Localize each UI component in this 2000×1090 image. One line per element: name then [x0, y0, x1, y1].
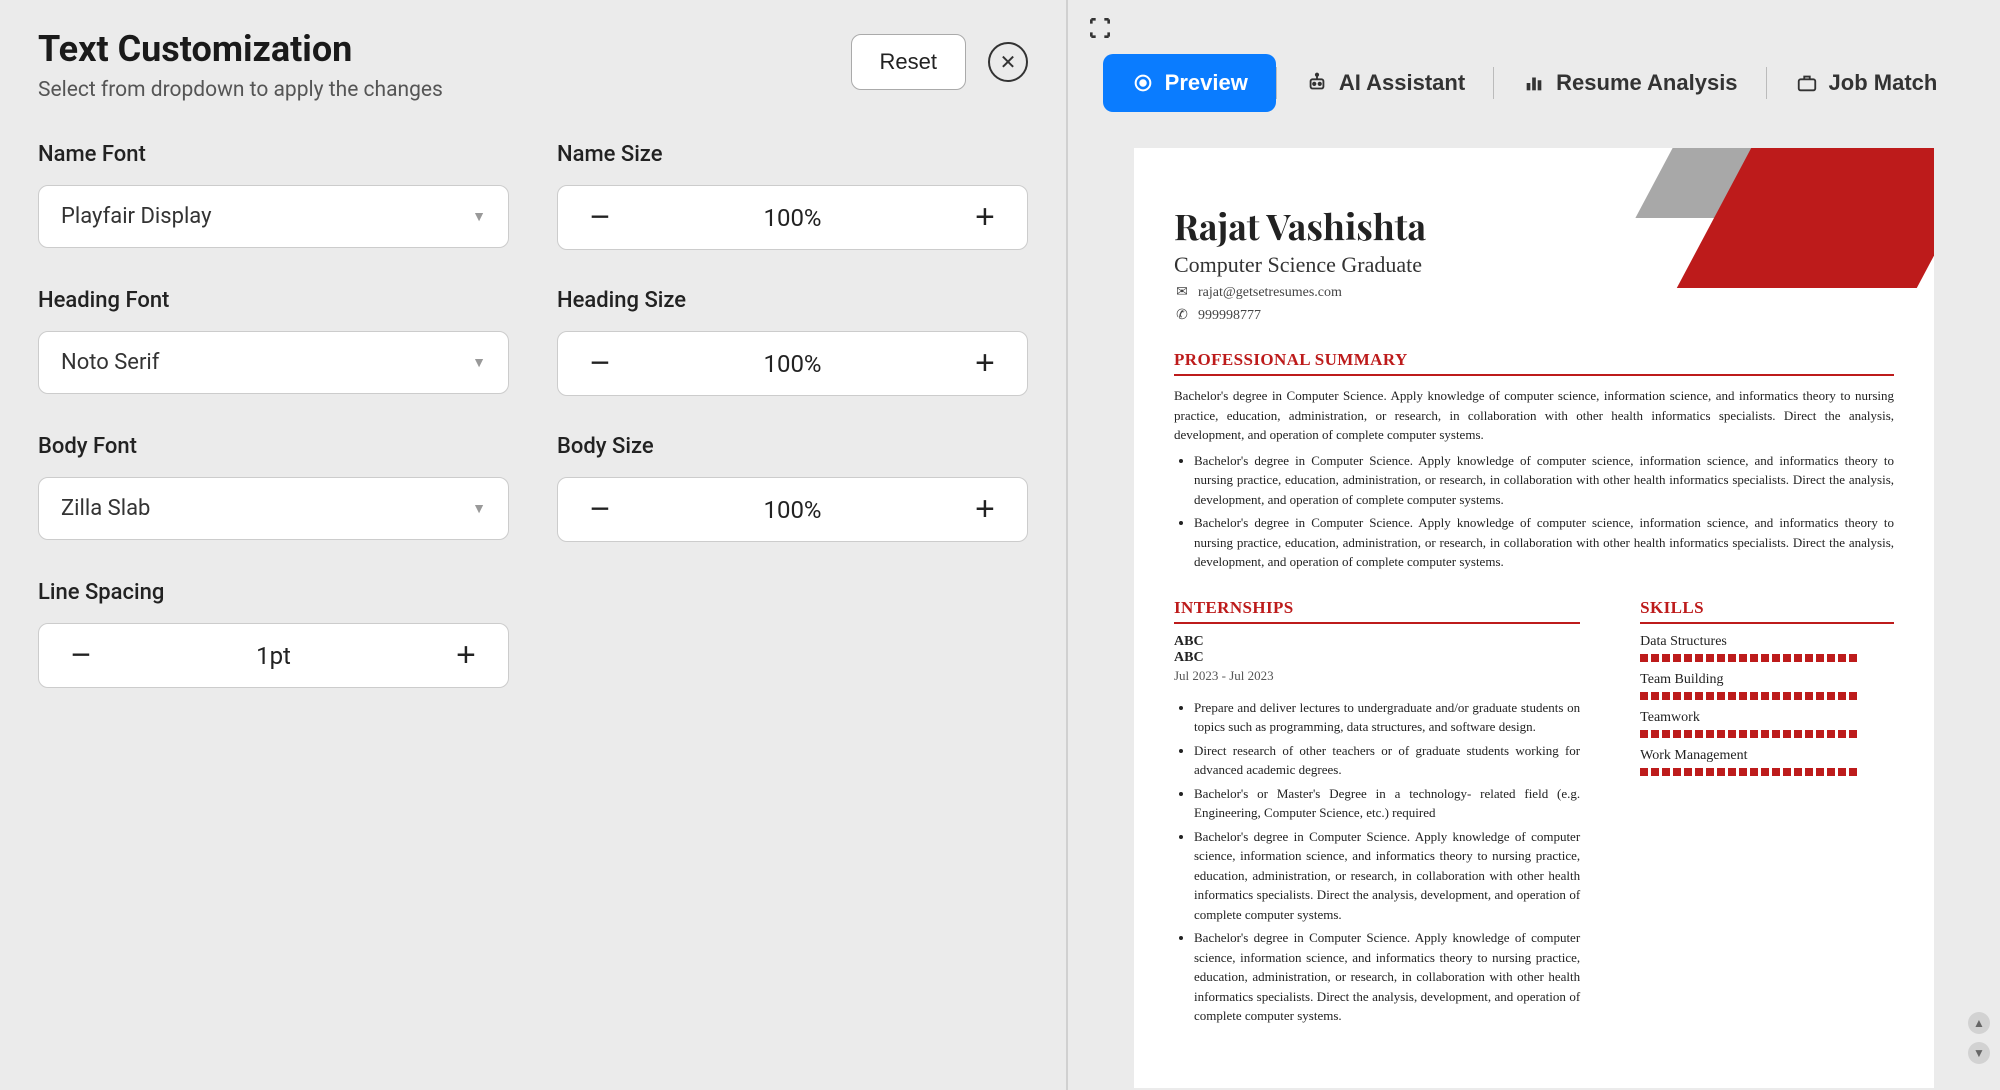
internship-dates: Jul 2023 - Jul 2023 — [1174, 668, 1580, 684]
internship-bullet: Prepare and deliver lectures to undergra… — [1194, 698, 1580, 737]
phone-icon: ✆ — [1174, 307, 1190, 324]
name-font-label: Name Font — [38, 142, 509, 167]
close-icon: ✕ — [1000, 50, 1017, 75]
tab-preview-label: Preview — [1165, 70, 1248, 96]
name-size-decrease[interactable]: − — [580, 198, 620, 237]
section-rule — [1640, 622, 1894, 624]
body-size-increase[interactable]: + — [965, 490, 1005, 529]
summary-text: Bachelor's degree in Computer Science. A… — [1174, 386, 1894, 445]
expand-button[interactable] — [1082, 10, 1118, 46]
panel-title: Text Customization — [38, 28, 443, 70]
tab-preview[interactable]: Preview — [1103, 54, 1276, 112]
internship-company: ABC — [1174, 634, 1580, 650]
reset-button[interactable]: Reset — [851, 34, 966, 90]
heading-font-label: Heading Font — [38, 288, 509, 313]
internship-role: ABC — [1174, 650, 1580, 666]
scroll-down-button[interactable]: ▼ — [1968, 1042, 1990, 1064]
section-internships-title: INTERNSHIPS — [1174, 598, 1580, 618]
resume-email: rajat@getsetresumes.com — [1198, 285, 1342, 301]
panel-subtitle: Select from dropdown to apply the change… — [38, 78, 443, 102]
mail-icon: ✉ — [1174, 284, 1190, 301]
tab-ai-assistant[interactable]: AI Assistant — [1277, 54, 1493, 112]
internship-bullet: Bachelor's degree in Computer Science. A… — [1194, 928, 1580, 1026]
tab-job-match[interactable]: Job Match — [1767, 54, 1966, 112]
skill-level-bar — [1640, 654, 1894, 662]
chevron-down-icon: ▼ — [472, 208, 486, 225]
heading-font-value: Noto Serif — [61, 350, 159, 375]
tab-resume-analysis[interactable]: Resume Analysis — [1494, 54, 1765, 112]
heading-size-stepper: − 100% + — [557, 331, 1028, 396]
skill-name: Data Structures — [1640, 634, 1894, 650]
eye-icon — [1131, 71, 1155, 95]
close-button[interactable]: ✕ — [988, 42, 1028, 82]
tab-ai-label: AI Assistant — [1339, 70, 1465, 96]
resume-phone: 999998777 — [1198, 308, 1261, 324]
chevron-down-icon: ▼ — [472, 354, 486, 371]
section-rule — [1174, 622, 1580, 624]
section-summary-title: PROFESSIONAL SUMMARY — [1174, 350, 1894, 370]
section-skills-title: SKILLS — [1640, 598, 1894, 618]
name-size-label: Name Size — [557, 142, 1028, 167]
line-spacing-increase[interactable]: + — [446, 636, 486, 675]
resume-preview: Rajat Vashishta Computer Science Graduat… — [1134, 148, 1934, 1088]
tab-jobmatch-label: Job Match — [1829, 70, 1938, 96]
name-size-value: 100% — [763, 204, 821, 232]
chevron-down-icon: ▼ — [472, 500, 486, 517]
heading-size-decrease[interactable]: − — [580, 344, 620, 383]
heading-size-increase[interactable]: + — [965, 344, 1005, 383]
line-spacing-label: Line Spacing — [38, 580, 509, 605]
line-spacing-stepper: − 1pt + — [38, 623, 509, 688]
tab-analysis-label: Resume Analysis — [1556, 70, 1737, 96]
preview-panel: Preview AI Assistant Resume Analysis — [1068, 0, 2000, 1090]
chevron-up-icon: ▲ — [1973, 1016, 1985, 1030]
text-customization-panel: Text Customization Select from dropdown … — [0, 0, 1066, 1090]
summary-bullet: Bachelor's degree in Computer Science. A… — [1194, 513, 1894, 572]
skill-name: Team Building — [1640, 672, 1894, 688]
scroll-up-button[interactable]: ▲ — [1968, 1012, 1990, 1034]
tabs-bar: Preview AI Assistant Resume Analysis — [1103, 54, 1966, 112]
heading-size-label: Heading Size — [557, 288, 1028, 313]
skill-name: Work Management — [1640, 748, 1894, 764]
body-size-stepper: − 100% + — [557, 477, 1028, 542]
body-font-value: Zilla Slab — [61, 496, 150, 521]
name-size-stepper: − 100% + — [557, 185, 1028, 250]
heading-size-value: 100% — [763, 350, 821, 378]
name-size-increase[interactable]: + — [965, 198, 1005, 237]
briefcase-icon — [1795, 71, 1819, 95]
line-spacing-decrease[interactable]: − — [61, 636, 101, 675]
skill-level-bar — [1640, 730, 1894, 738]
internship-bullet: Bachelor's degree in Computer Science. A… — [1194, 827, 1580, 925]
body-font-label: Body Font — [38, 434, 509, 459]
section-rule — [1174, 374, 1894, 376]
skill-name: Teamwork — [1640, 710, 1894, 726]
line-spacing-value: 1pt — [256, 642, 291, 670]
body-font-dropdown[interactable]: Zilla Slab ▼ — [38, 477, 509, 540]
expand-icon — [1087, 15, 1113, 41]
body-size-value: 100% — [763, 496, 821, 524]
skill-level-bar — [1640, 768, 1894, 776]
heading-font-dropdown[interactable]: Noto Serif ▼ — [38, 331, 509, 394]
summary-bullet: Bachelor's degree in Computer Science. A… — [1194, 451, 1894, 510]
robot-icon — [1305, 71, 1329, 95]
name-font-dropdown[interactable]: Playfair Display ▼ — [38, 185, 509, 248]
body-size-decrease[interactable]: − — [580, 490, 620, 529]
chevron-down-icon: ▼ — [1973, 1046, 1985, 1060]
internship-bullet: Bachelor's or Master's Degree in a techn… — [1194, 784, 1580, 823]
body-size-label: Body Size — [557, 434, 1028, 459]
skill-level-bar — [1640, 692, 1894, 700]
internship-bullet: Direct research of other teachers or of … — [1194, 741, 1580, 780]
bar-chart-icon — [1522, 71, 1546, 95]
name-font-value: Playfair Display — [61, 204, 212, 229]
